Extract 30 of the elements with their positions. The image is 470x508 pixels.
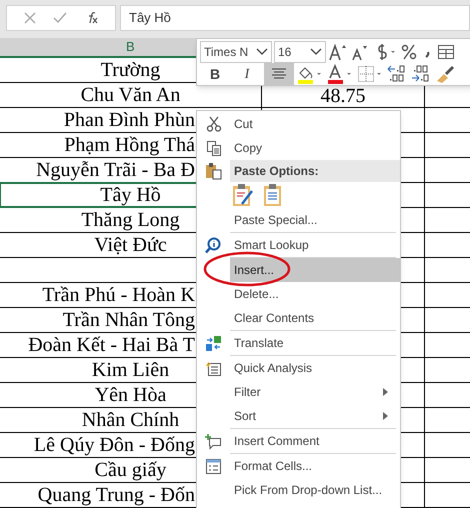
borders-icon[interactable]: [356, 64, 384, 84]
menu-item[interactable]: Insert...: [230, 258, 400, 282]
align-center-icon: [271, 67, 287, 81]
submenu-arrow-icon: [383, 388, 388, 396]
formula-input[interactable]: Tây Hồ: [120, 5, 470, 31]
center-align-button[interactable]: [264, 63, 294, 85]
font-size-field[interactable]: 16: [274, 40, 326, 62]
chevron-down-icon: [256, 48, 268, 56]
copy-icon: [206, 140, 222, 156]
clipboard-icon: [205, 162, 222, 180]
submenu-arrow-icon: [383, 412, 388, 420]
font-name-field[interactable]: Times N: [200, 40, 272, 62]
bold-button[interactable]: B: [200, 63, 230, 85]
percent-icon[interactable]: [400, 42, 418, 60]
chevron-down-icon: [310, 48, 322, 56]
format-cells-icon: [205, 458, 222, 474]
paste-formatting-icon[interactable]: [232, 183, 254, 207]
italic-button[interactable]: I: [232, 63, 262, 85]
grow-font-icon[interactable]: [328, 42, 348, 60]
translate-icon: [205, 334, 222, 352]
menu-section-header: Paste Options:: [230, 160, 400, 182]
scissors-icon: [206, 116, 222, 132]
table-format-icon[interactable]: [436, 42, 456, 60]
info-search-icon: [205, 236, 222, 254]
quick-analysis-icon: [205, 360, 222, 376]
checkmark-icon[interactable]: [52, 12, 67, 24]
column-header[interactable]: B: [0, 38, 196, 58]
comment-icon: [205, 432, 222, 450]
clipboard-icon[interactable]: [262, 183, 284, 207]
font-color-icon[interactable]: [326, 64, 354, 84]
